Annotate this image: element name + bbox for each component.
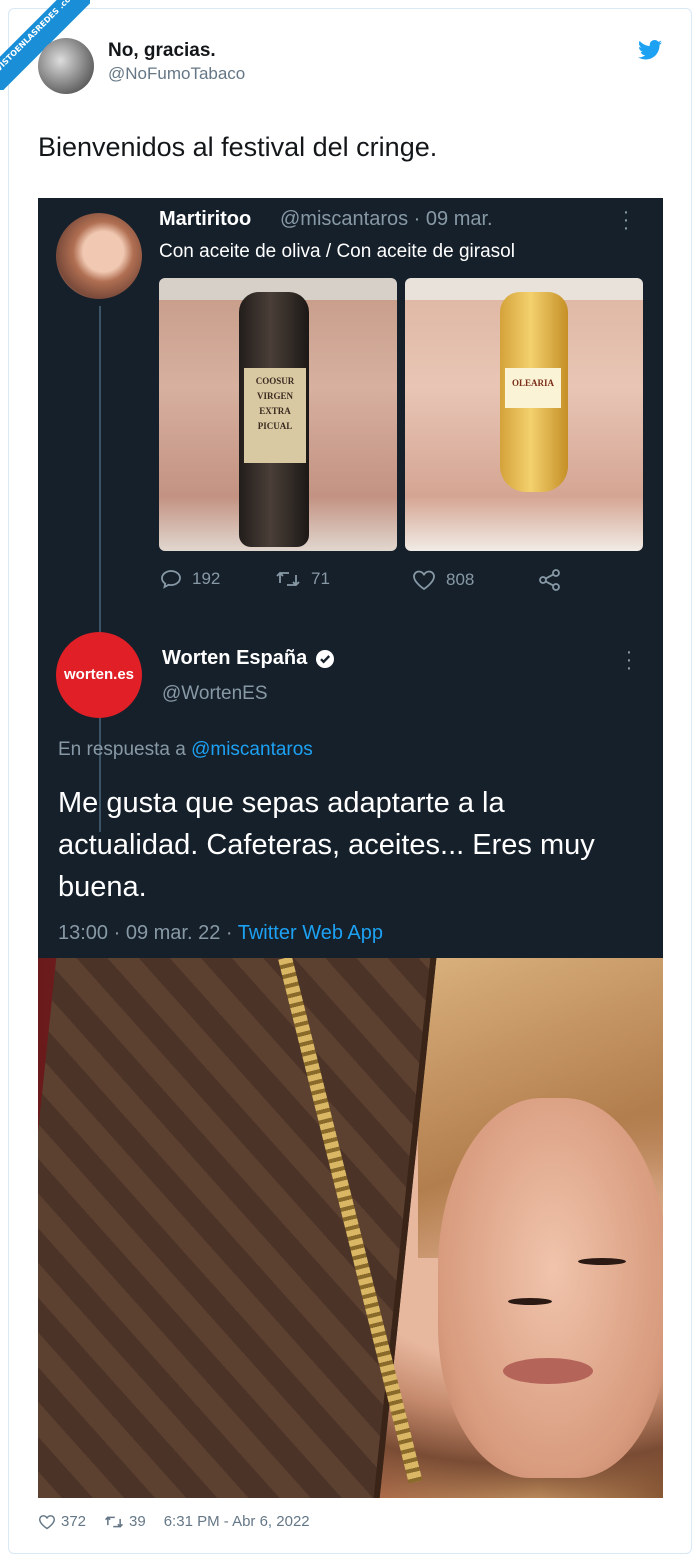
martiritoo-text: Con aceite de oliva / Con aceite de gira… [159,241,515,262]
worten-name-row: Worten España [162,647,335,670]
reply-count: 192 [192,569,221,588]
photo-face [438,1098,663,1478]
retweet-count: 71 [311,569,330,588]
reply-prefix: En respuesta a [58,739,192,760]
heart-icon [38,1514,56,1529]
martiritoo-meta: @miscantaros · 09 mar. [280,208,493,230]
sunflower-oil-photo: OLEARIA [405,278,643,551]
reply-icon [161,570,181,589]
like-stat: 808 [412,569,474,591]
martiritoo-name: Martiritoo [159,208,252,230]
worten-handle: @WortenES [162,683,268,704]
author-handle[interactable]: @NoFumoTabaco [108,64,245,84]
share-icon [539,569,560,591]
twitter-bird-icon[interactable] [638,40,662,60]
like-count: 808 [446,570,475,589]
retweet-stat: 71 [275,569,330,589]
worten-avatar: worten.es [56,632,142,718]
like-action[interactable]: 372 [38,1513,86,1530]
photo-lips [503,1358,593,1384]
photo-eye-right [578,1258,626,1265]
sunflower-oil-label: OLEARIA [505,368,561,408]
olive-oil-label: COOSUR VIRGEN EXTRA PICUAL [244,368,306,463]
like-count: 372 [61,1513,87,1530]
retweet-icon [105,1515,124,1528]
reply-mention: @miscantaros [191,739,313,760]
retweet-count: 39 [129,1513,146,1530]
tweet-text: Bienvenidos al festival del cringe. [38,132,438,162]
worten-name: Worten España [162,647,308,669]
meme-photo[interactable] [38,958,663,1498]
worten-time: 13:00 · 09 mar. 22 · [58,922,238,944]
photo-handbag [38,958,437,1498]
tweet-footer: 372 39 6:31 PM - Abr 6, 2022 [38,1513,328,1530]
timestamp-text: 6:31 PM - Abr 6, 2022 [163,1513,310,1530]
worten-text: Me gusta que sepas adaptarte a la actual… [58,787,595,903]
retweet-action[interactable]: 39 [104,1513,146,1530]
author-name[interactable]: No, gracias. [108,40,216,62]
retweet-icon [276,571,300,587]
reply-stat: 192 [160,569,220,589]
worten-app: Twitter Web App [237,922,384,944]
author-avatar[interactable] [38,38,94,94]
verified-badge-icon [316,649,335,668]
more-icon: · · · [622,201,630,239]
worten-meta: 13:00 · 09 mar. 22 · Twitter Web App [58,922,383,945]
embedded-screenshot: Martiritoo @miscantaros · 09 mar. · · · Co… [38,198,663,958]
photo-eye-left [508,1298,552,1305]
heart-icon [413,570,435,591]
more-icon: · · · [625,641,633,679]
share-stat [538,569,572,591]
timestamp[interactable]: 6:31 PM - Abr 6, 2022 [164,1513,310,1530]
olive-oil-photo: COOSUR VIRGEN EXTRA PICUAL [159,278,397,551]
martiritoo-avatar [56,213,142,299]
reply-context: En respuesta a @miscantaros [58,739,313,761]
